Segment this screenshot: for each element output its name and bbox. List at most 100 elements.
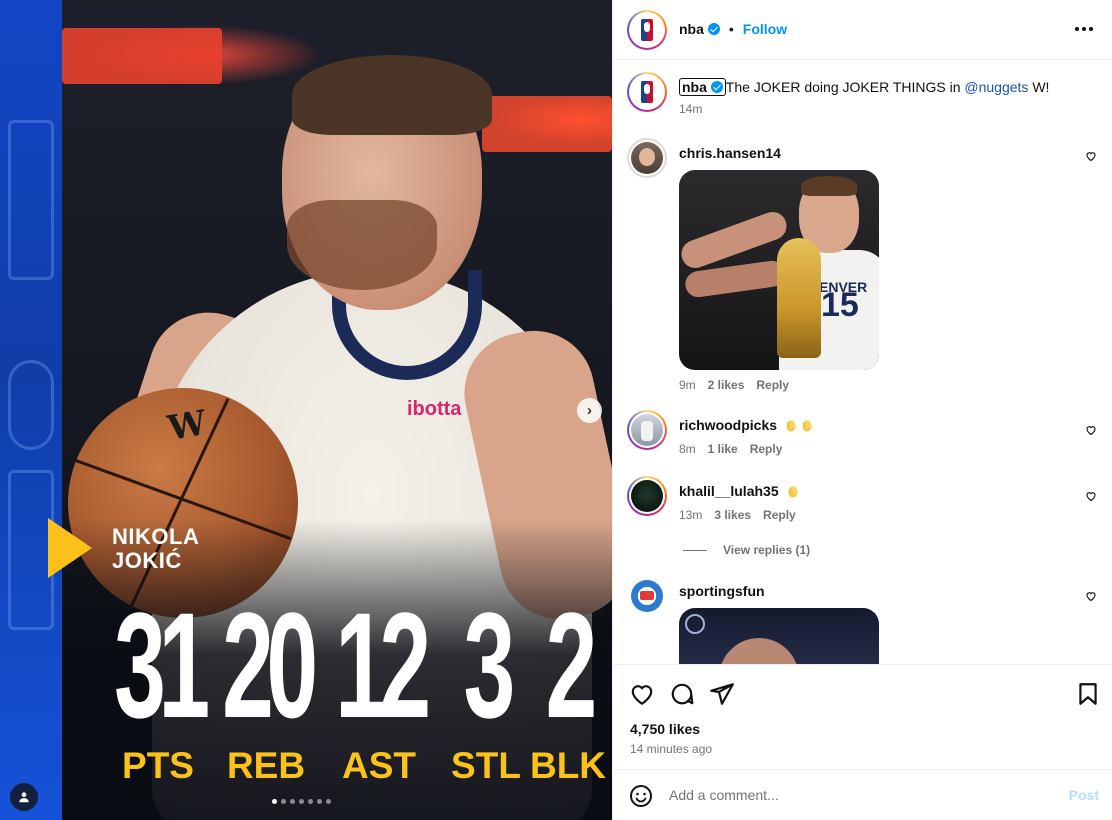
more-options-icon[interactable] (1075, 27, 1093, 31)
comment-likes[interactable]: 1 like (708, 440, 738, 458)
add-comment-bar: Post (613, 769, 1112, 820)
comment-icon[interactable] (669, 681, 695, 707)
reply-button[interactable]: Reply (750, 440, 783, 458)
like-comment-heart-icon[interactable] (1085, 424, 1097, 436)
bookmark-icon[interactable] (1075, 681, 1101, 707)
likes-count[interactable]: 4,750 likes (630, 721, 700, 737)
follow-button[interactable]: Follow (743, 21, 787, 37)
comments-list[interactable]: nba The JOKER doing JOKER THINGS in @nug… (613, 60, 1112, 664)
post-comment-button[interactable]: Post (1069, 787, 1099, 803)
player-beard (287, 200, 437, 290)
commenter-username[interactable]: richwoodpicks (679, 417, 777, 433)
stat-label: REB (226, 745, 306, 786)
carousel-next-button[interactable]: › (577, 398, 602, 423)
comment-body: chris.hansen14 ENVER 15 9m 2 likes Reply (679, 144, 1079, 394)
view-replies-label: View replies (1) (723, 543, 811, 557)
stat-reb: 20 REB (208, 590, 324, 786)
like-comment-heart-icon[interactable] (1085, 150, 1097, 162)
carousel-dot (299, 799, 304, 804)
clapping-hands-emoji-icon (788, 486, 797, 498)
nba-logo-icon (631, 14, 663, 46)
like-comment-heart-icon[interactable] (1085, 590, 1097, 602)
comment-text: khalil__lulah35 (679, 482, 1079, 500)
commenter-avatar[interactable] (627, 576, 667, 616)
stat-stl: 3 STL (444, 590, 528, 786)
comment-input[interactable] (669, 782, 1029, 808)
stat-ast: 12 AST (324, 590, 434, 786)
caption-text: nba The JOKER doing JOKER THINGS in @nug… (679, 78, 1079, 96)
comment-likes[interactable]: 2 likes (708, 376, 745, 394)
like-comment-heart-icon[interactable] (1085, 490, 1097, 502)
player-first-name: NIKOLA (112, 524, 200, 549)
nba-logo-icon (631, 76, 663, 108)
verified-badge-icon (710, 81, 723, 93)
caption-username[interactable]: nba (679, 78, 726, 96)
comment-body: khalil__lulah35 13m 3 likes Reply (679, 482, 1079, 524)
post-side-panel: nba • Follow nba The JOKER doing JOKER T… (612, 0, 1112, 820)
caption-text-end: W! (1028, 79, 1050, 95)
caption-meta: 14m (679, 100, 1079, 118)
stat-pts: 31 PTS (108, 581, 210, 786)
player-hair (292, 55, 492, 135)
arena-sign (62, 28, 222, 84)
view-replies-button[interactable]: View replies (1) (683, 543, 810, 557)
heart-icon[interactable] (629, 681, 655, 707)
comment-time: 9m (679, 378, 696, 392)
comment-body: sportingsfun (679, 582, 1079, 664)
stat-label: PTS (122, 745, 194, 786)
caption-text-start: The JOKER doing JOKER THINGS in (725, 79, 965, 95)
comment-body: richwoodpicks 8m 1 like Reply (679, 416, 1079, 458)
commenter-avatar[interactable] (627, 476, 667, 516)
side-decoration (8, 120, 54, 280)
user-icon (19, 792, 29, 803)
comment-meta: 8m 1 like Reply (679, 440, 1079, 458)
trophy-icon (777, 238, 821, 358)
commenter-username[interactable]: sportingsfun (679, 582, 1079, 600)
carousel-dot (317, 799, 322, 804)
comment-gif[interactable]: ENVER 15 (679, 170, 879, 370)
mention-link[interactable]: @nuggets (964, 79, 1028, 95)
stat-blk: 2 BLK (528, 590, 608, 786)
author-avatar[interactable] (627, 10, 667, 50)
commenter-avatar[interactable] (627, 138, 667, 178)
gif-figure (801, 176, 857, 196)
clapping-hands-emoji-icon (802, 420, 812, 432)
reply-button[interactable]: Reply (763, 506, 796, 524)
stat-label: AST (342, 745, 416, 786)
gif-figure (719, 638, 799, 664)
avatar-image (631, 580, 663, 612)
carousel-dot (281, 799, 286, 804)
carousel-dot (272, 799, 277, 804)
comment-time: 8m (679, 442, 696, 456)
commenter-avatar[interactable] (627, 410, 667, 450)
post-time: 14 minutes ago (630, 742, 713, 756)
commenter-username[interactable]: khalil__lulah35 (679, 483, 779, 499)
comment-gif[interactable] (679, 608, 879, 664)
carousel-dot (290, 799, 295, 804)
caption-avatar[interactable] (627, 72, 667, 112)
share-icon[interactable] (709, 681, 735, 707)
avatar-image (631, 142, 663, 174)
player-last-name: JOKIĆ (112, 548, 182, 573)
post-actions: 4,750 likes 14 minutes ago (613, 664, 1112, 769)
reply-button[interactable]: Reply (756, 376, 789, 394)
team-badge-icon (685, 614, 705, 634)
comment-likes[interactable]: 3 likes (714, 506, 751, 524)
play-triangle-icon (48, 518, 92, 578)
stat-value: 2 (545, 581, 598, 749)
chevron-right-icon: › (587, 402, 592, 419)
verified-badge-icon (707, 23, 720, 35)
stat-value: 12 (334, 581, 431, 749)
post-header: nba • Follow (613, 0, 1112, 60)
post-image: ibotta W NIKOLA JOKIĆ 31 PTS 20 REB 12 A… (0, 0, 612, 820)
emoji-picker-icon[interactable] (629, 784, 653, 808)
commenter-username[interactable]: chris.hansen14 (679, 144, 1079, 162)
tagged-users-button[interactable] (10, 783, 38, 811)
divider-line (683, 549, 707, 551)
author-username[interactable]: nba (679, 21, 704, 37)
side-decoration (8, 360, 54, 450)
caption-body: nba The JOKER doing JOKER THINGS in @nug… (679, 78, 1079, 118)
caption-time: 14m (679, 102, 703, 116)
stat-value: 31 (113, 581, 210, 749)
comment-time: 13m (679, 508, 703, 522)
